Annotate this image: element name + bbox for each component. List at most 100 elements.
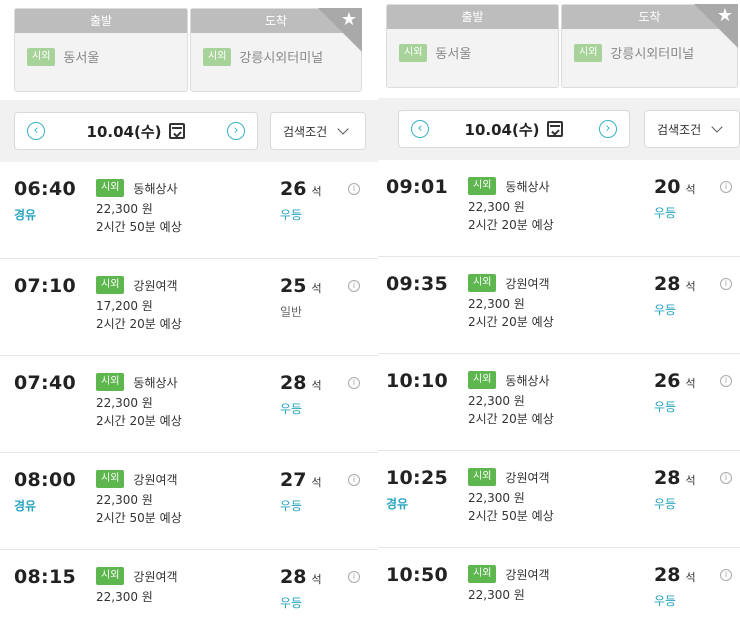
bus-type-badge: 시외 (468, 468, 497, 486)
departure-time: 09:35 (386, 273, 448, 295)
arrival-type-badge: 시외 (574, 43, 603, 62)
bus-company: 강원여객 (505, 567, 550, 582)
bus-type-badge: 시외 (96, 470, 125, 488)
bus-grade: 우등 (280, 596, 303, 610)
trip-row[interactable]: 08:15 시외 강원여객 22,300 원 28 석 우등 i (0, 550, 378, 620)
bus-type-badge: 시외 (468, 177, 497, 195)
info-icon[interactable]: i (348, 377, 360, 389)
bus-company: 동해상사 (505, 373, 550, 388)
bus-grade: 우등 (280, 208, 303, 222)
chevron-down-icon (337, 123, 349, 135)
departure-card[interactable]: 출발 시외 동서울 (386, 4, 559, 88)
departure-place: 동서울 (63, 51, 100, 66)
info-icon[interactable]: i (720, 569, 732, 581)
calendar-icon[interactable] (169, 123, 186, 139)
filter-label: 검색조건 (657, 122, 702, 137)
trip-row[interactable]: 07:40 시외 동해상사 22,300 원 2시간 20분 예상 28 석 우… (0, 356, 378, 453)
remaining-seats: 28 (280, 372, 307, 394)
search-filter-dropdown[interactable]: 검색조건 (270, 112, 366, 150)
fare: 17,200 원 (96, 299, 153, 313)
via-label: 경유 (386, 497, 409, 511)
arrival-card[interactable]: 도착 시외 강릉시외터미널 ★ (190, 8, 362, 92)
bus-grade: 우등 (654, 303, 677, 317)
star-icon: ★ (340, 9, 357, 30)
trip-row[interactable]: 09:35 시외 강원여객 22,300 원 2시간 20분 예상 28 석 우… (378, 257, 740, 354)
seat-unit: 석 (685, 280, 696, 293)
info-icon[interactable]: i (348, 474, 360, 486)
bus-grade: 우등 (654, 400, 677, 414)
trip-list: 06:40 경유 시외 동해상사 22,300 원 2시간 50분 예상 26 … (0, 162, 378, 620)
via-label: 경유 (14, 499, 37, 513)
bus-company: 동해상사 (133, 375, 178, 390)
remaining-seats: 20 (654, 176, 681, 198)
bus-company: 동해상사 (133, 181, 178, 196)
trip-row[interactable]: 10:10 시외 동해상사 22,300 원 2시간 20분 예상 26 석 우… (378, 354, 740, 451)
departure-time: 09:01 (386, 176, 448, 198)
bus-grade: 우등 (654, 206, 677, 220)
seat-unit: 석 (311, 379, 322, 392)
remaining-seats: 28 (280, 566, 307, 588)
info-icon[interactable]: i (720, 278, 732, 290)
seat-unit: 석 (685, 571, 696, 584)
date-selector: ‹ 10.04(수) › (14, 112, 258, 150)
duration: 2시간 20분 예상 (468, 315, 554, 329)
seat-unit: 석 (685, 474, 696, 487)
trip-list: 09:01 시외 동해상사 22,300 원 2시간 20분 예상 20 석 우… (378, 160, 740, 620)
info-icon[interactable]: i (348, 183, 360, 195)
favorite-button[interactable]: ★ (318, 8, 362, 52)
remaining-seats: 26 (654, 370, 681, 392)
trip-row[interactable]: 07:10 시외 강원여객 17,200 원 2시간 20분 예상 25 석 일… (0, 259, 378, 356)
selected-date[interactable]: 10.04(수) (465, 119, 540, 140)
departure-time: 08:15 (14, 566, 76, 588)
info-icon[interactable]: i (348, 280, 360, 292)
bus-company: 강원여객 (133, 472, 178, 487)
bus-grade: 우등 (654, 594, 677, 608)
info-icon[interactable]: i (720, 181, 732, 193)
seat-unit: 석 (685, 377, 696, 390)
duration: 2시간 20분 예상 (468, 218, 554, 232)
departure-place: 동서울 (435, 47, 472, 62)
duration: 2시간 20분 예상 (96, 414, 182, 428)
departure-time: 10:25 (386, 467, 448, 489)
search-filter-dropdown[interactable]: 검색조건 (644, 110, 740, 148)
trip-row[interactable]: 09:01 시외 동해상사 22,300 원 2시간 20분 예상 20 석 우… (378, 160, 740, 257)
chevron-down-icon (711, 121, 723, 133)
fare: 22,300 원 (468, 394, 525, 408)
info-icon[interactable]: i (720, 472, 732, 484)
departure-time: 08:00 (14, 469, 76, 491)
info-icon[interactable]: i (348, 571, 360, 583)
trip-row[interactable]: 10:50 시외 강원여객 22,300 원 28 석 우등 i (378, 548, 740, 620)
info-icon[interactable]: i (720, 375, 732, 387)
departure-label: 출발 (15, 9, 187, 33)
date-filter-bar: ‹ 10.04(수) › 검색조건 (0, 100, 378, 162)
chevron-right-icon[interactable]: › (599, 120, 617, 138)
calendar-icon[interactable] (547, 121, 564, 137)
arrival-card[interactable]: 도착 시외 강릉시외터미널 ★ (561, 4, 738, 88)
departure-type-badge: 시외 (27, 47, 56, 66)
departure-time: 10:50 (386, 564, 448, 586)
arrival-type-badge: 시외 (203, 47, 232, 66)
remaining-seats: 28 (654, 273, 681, 295)
favorite-button[interactable]: ★ (694, 4, 738, 48)
duration: 2시간 50분 예상 (96, 511, 182, 525)
date-filter-bar: ‹ 10.04(수) › 검색조건 (378, 98, 740, 160)
bus-company: 강원여객 (505, 470, 550, 485)
fare: 22,300 원 (468, 297, 525, 311)
duration: 2시간 20분 예상 (96, 317, 182, 331)
trip-row[interactable]: 08:00 경유 시외 강원여객 22,300 원 2시간 50분 예상 27 … (0, 453, 378, 550)
remaining-seats: 28 (654, 467, 681, 489)
bus-grade: 우등 (280, 402, 303, 416)
screen-right: 출발 시외 동서울 도착 시외 강릉시외터미널 ★ ‹ 10.04(수) › 검… (378, 0, 740, 620)
seat-unit: 석 (311, 282, 322, 295)
chevron-right-icon[interactable]: › (227, 122, 245, 140)
bus-company: 강원여객 (133, 278, 178, 293)
bus-type-badge: 시외 (96, 567, 125, 585)
trip-row[interactable]: 06:40 경유 시외 동해상사 22,300 원 2시간 50분 예상 26 … (0, 162, 378, 259)
selected-date[interactable]: 10.04(수) (87, 121, 162, 142)
departure-card[interactable]: 출발 시외 동서울 (14, 8, 188, 92)
seat-unit: 석 (311, 573, 322, 586)
fare: 22,300 원 (468, 491, 525, 505)
departure-type-badge: 시외 (399, 43, 428, 62)
bus-type-badge: 시외 (468, 565, 497, 583)
trip-row[interactable]: 10:25 경유 시외 강원여객 22,300 원 2시간 50분 예상 28 … (378, 451, 740, 548)
